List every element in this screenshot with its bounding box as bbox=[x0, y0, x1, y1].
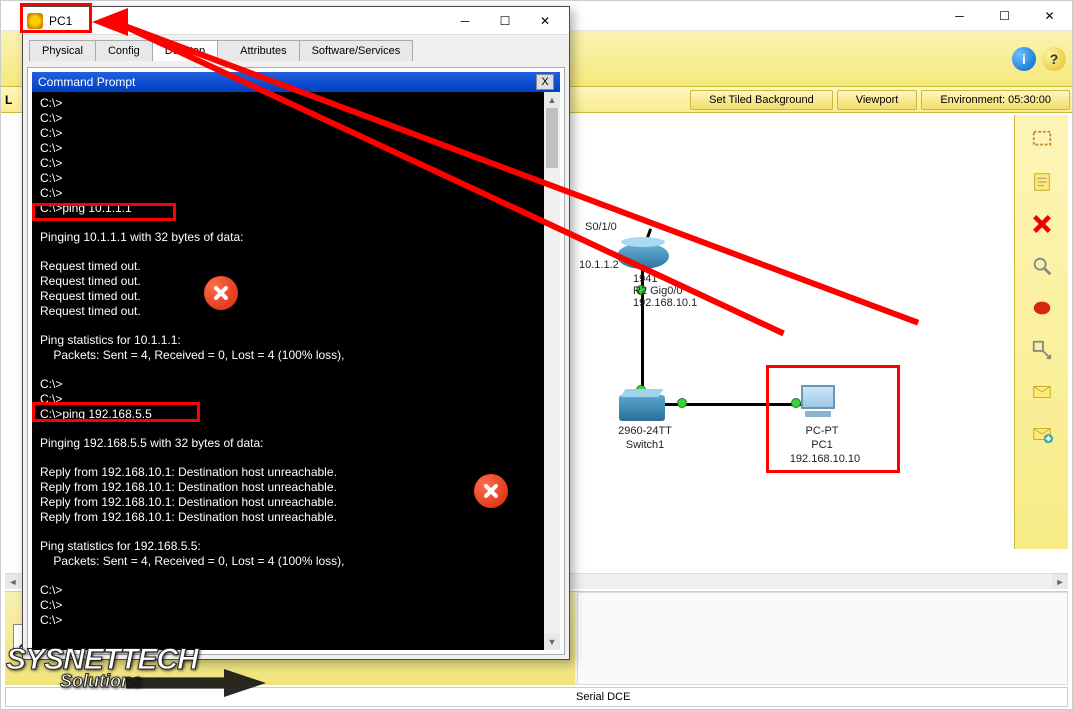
term-ping2-r1: Reply from 192.168.10.1: Destination hos… bbox=[40, 465, 337, 479]
cmd-terminal[interactable]: C:\> C:\> C:\> C:\> C:\> C:\> C:\> C:\>p… bbox=[32, 92, 560, 650]
status-text: Serial DCE bbox=[576, 691, 630, 703]
info-icon[interactable]: i bbox=[1012, 47, 1036, 71]
term-mid-prompts: C:\> C:\> bbox=[40, 377, 62, 406]
terminal-scrollbar[interactable]: ▲▼ bbox=[544, 92, 560, 650]
term-ping1-stats-h: Ping statistics for 10.1.1.1: bbox=[40, 333, 181, 347]
mail-add-tool-icon[interactable] bbox=[1022, 417, 1062, 451]
dialog-tabs: Physical Config Desktop Attributes Softw… bbox=[23, 35, 569, 61]
router-iface-label: S0/1/0 bbox=[585, 221, 617, 233]
term-ping2-r4: Reply from 192.168.10.1: Destination hos… bbox=[40, 510, 337, 524]
term-ping1-cmd: C:\>ping 10.1.1.1 bbox=[40, 201, 132, 215]
pc-device[interactable] bbox=[801, 385, 835, 417]
note-tool-icon[interactable] bbox=[1022, 165, 1062, 199]
term-prompts-top: C:\> C:\> C:\> C:\> C:\> C:\> C:\> bbox=[40, 96, 62, 200]
pc-type-label: PC-PT bbox=[787, 425, 857, 437]
term-ping1-r1: Request timed out. bbox=[40, 259, 141, 273]
router-ip-label: 10.1.1.2 bbox=[579, 259, 619, 271]
router-name-label: R2 bbox=[633, 285, 647, 297]
dialog-close-button[interactable]: ✕ bbox=[525, 9, 565, 33]
logical-label-partial: L bbox=[5, 93, 15, 107]
mail-tool-icon[interactable] bbox=[1022, 375, 1062, 409]
cmd-close-button[interactable]: X bbox=[536, 74, 554, 90]
term-ping1-r4: Request timed out. bbox=[40, 304, 141, 318]
maximize-button[interactable]: ☐ bbox=[982, 1, 1027, 31]
minimize-button[interactable]: ─ bbox=[937, 1, 982, 31]
term-ping2-r2: Reply from 192.168.10.1: Destination hos… bbox=[40, 480, 337, 494]
tool-strip bbox=[1014, 115, 1068, 549]
pc-name-label: PC1 bbox=[787, 439, 857, 451]
viewport-button[interactable]: Viewport bbox=[837, 90, 918, 110]
resize-tool-icon[interactable] bbox=[1022, 333, 1062, 367]
pdu-list-panel[interactable] bbox=[577, 592, 1068, 685]
magnify-tool-icon[interactable] bbox=[1022, 249, 1062, 283]
pc-icon bbox=[27, 13, 43, 29]
tab-attributes[interactable]: Attributes bbox=[217, 40, 299, 61]
tab-software[interactable]: Software/Services bbox=[299, 40, 414, 61]
set-tiled-background-button[interactable]: Set Tiled Background bbox=[690, 90, 833, 110]
switch-name-label: Switch1 bbox=[605, 439, 685, 451]
term-ping2-stats-h: Ping statistics for 192.168.5.5: bbox=[40, 539, 201, 553]
term-ping1-r2: Request timed out. bbox=[40, 274, 141, 288]
term-ping2-header: Pinging 192.168.5.5 with 32 bytes of dat… bbox=[40, 436, 264, 450]
router-ip-right-label: 192.168.10.1 bbox=[633, 297, 697, 309]
help-icon[interactable]: ? bbox=[1042, 47, 1066, 71]
term-ping2-r3: Reply from 192.168.10.1: Destination hos… bbox=[40, 495, 337, 509]
shape-tool-icon[interactable] bbox=[1022, 291, 1062, 325]
link-switch-pc bbox=[653, 403, 801, 406]
tab-physical[interactable]: Physical bbox=[29, 40, 96, 61]
annotation-arrowhead bbox=[92, 8, 128, 36]
dialog-maximize-button[interactable]: ☐ bbox=[485, 9, 525, 33]
term-ping1-stats-p: Packets: Sent = 4, Received = 0, Lost = … bbox=[40, 348, 345, 362]
switch-model-label: 2960-24TT bbox=[605, 425, 685, 437]
port-status-dot bbox=[791, 398, 801, 408]
term-ping2-cmd: C:\>ping 192.168.5.5 bbox=[40, 407, 152, 421]
status-bar: Serial DCE bbox=[5, 687, 1068, 707]
term-ping1-header: Pinging 10.1.1.1 with 32 bytes of data: bbox=[40, 230, 243, 244]
select-tool-icon[interactable] bbox=[1022, 123, 1062, 157]
annotation-error-icon bbox=[474, 474, 508, 508]
delete-tool-icon[interactable] bbox=[1022, 207, 1062, 241]
term-ping2-stats-p: Packets: Sent = 4, Received = 0, Lost = … bbox=[40, 554, 345, 568]
port-status-dot bbox=[677, 398, 687, 408]
pc-ip-label: 192.168.10.10 bbox=[775, 453, 875, 465]
dialog-minimize-button[interactable]: ─ bbox=[445, 9, 485, 33]
term-end-prompts: C:\> C:\> C:\> bbox=[40, 583, 62, 627]
term-ping1-r3: Request timed out. bbox=[40, 289, 141, 303]
dialog-body: Command Prompt X C:\> C:\> C:\> C:\> C:\… bbox=[27, 67, 565, 655]
environment-button[interactable]: Environment: 05:30:00 bbox=[921, 90, 1070, 110]
tab-config[interactable]: Config bbox=[95, 40, 153, 61]
switch-device[interactable] bbox=[619, 395, 665, 421]
close-button[interactable]: ✕ bbox=[1027, 1, 1072, 31]
annotation-error-icon bbox=[204, 276, 238, 310]
